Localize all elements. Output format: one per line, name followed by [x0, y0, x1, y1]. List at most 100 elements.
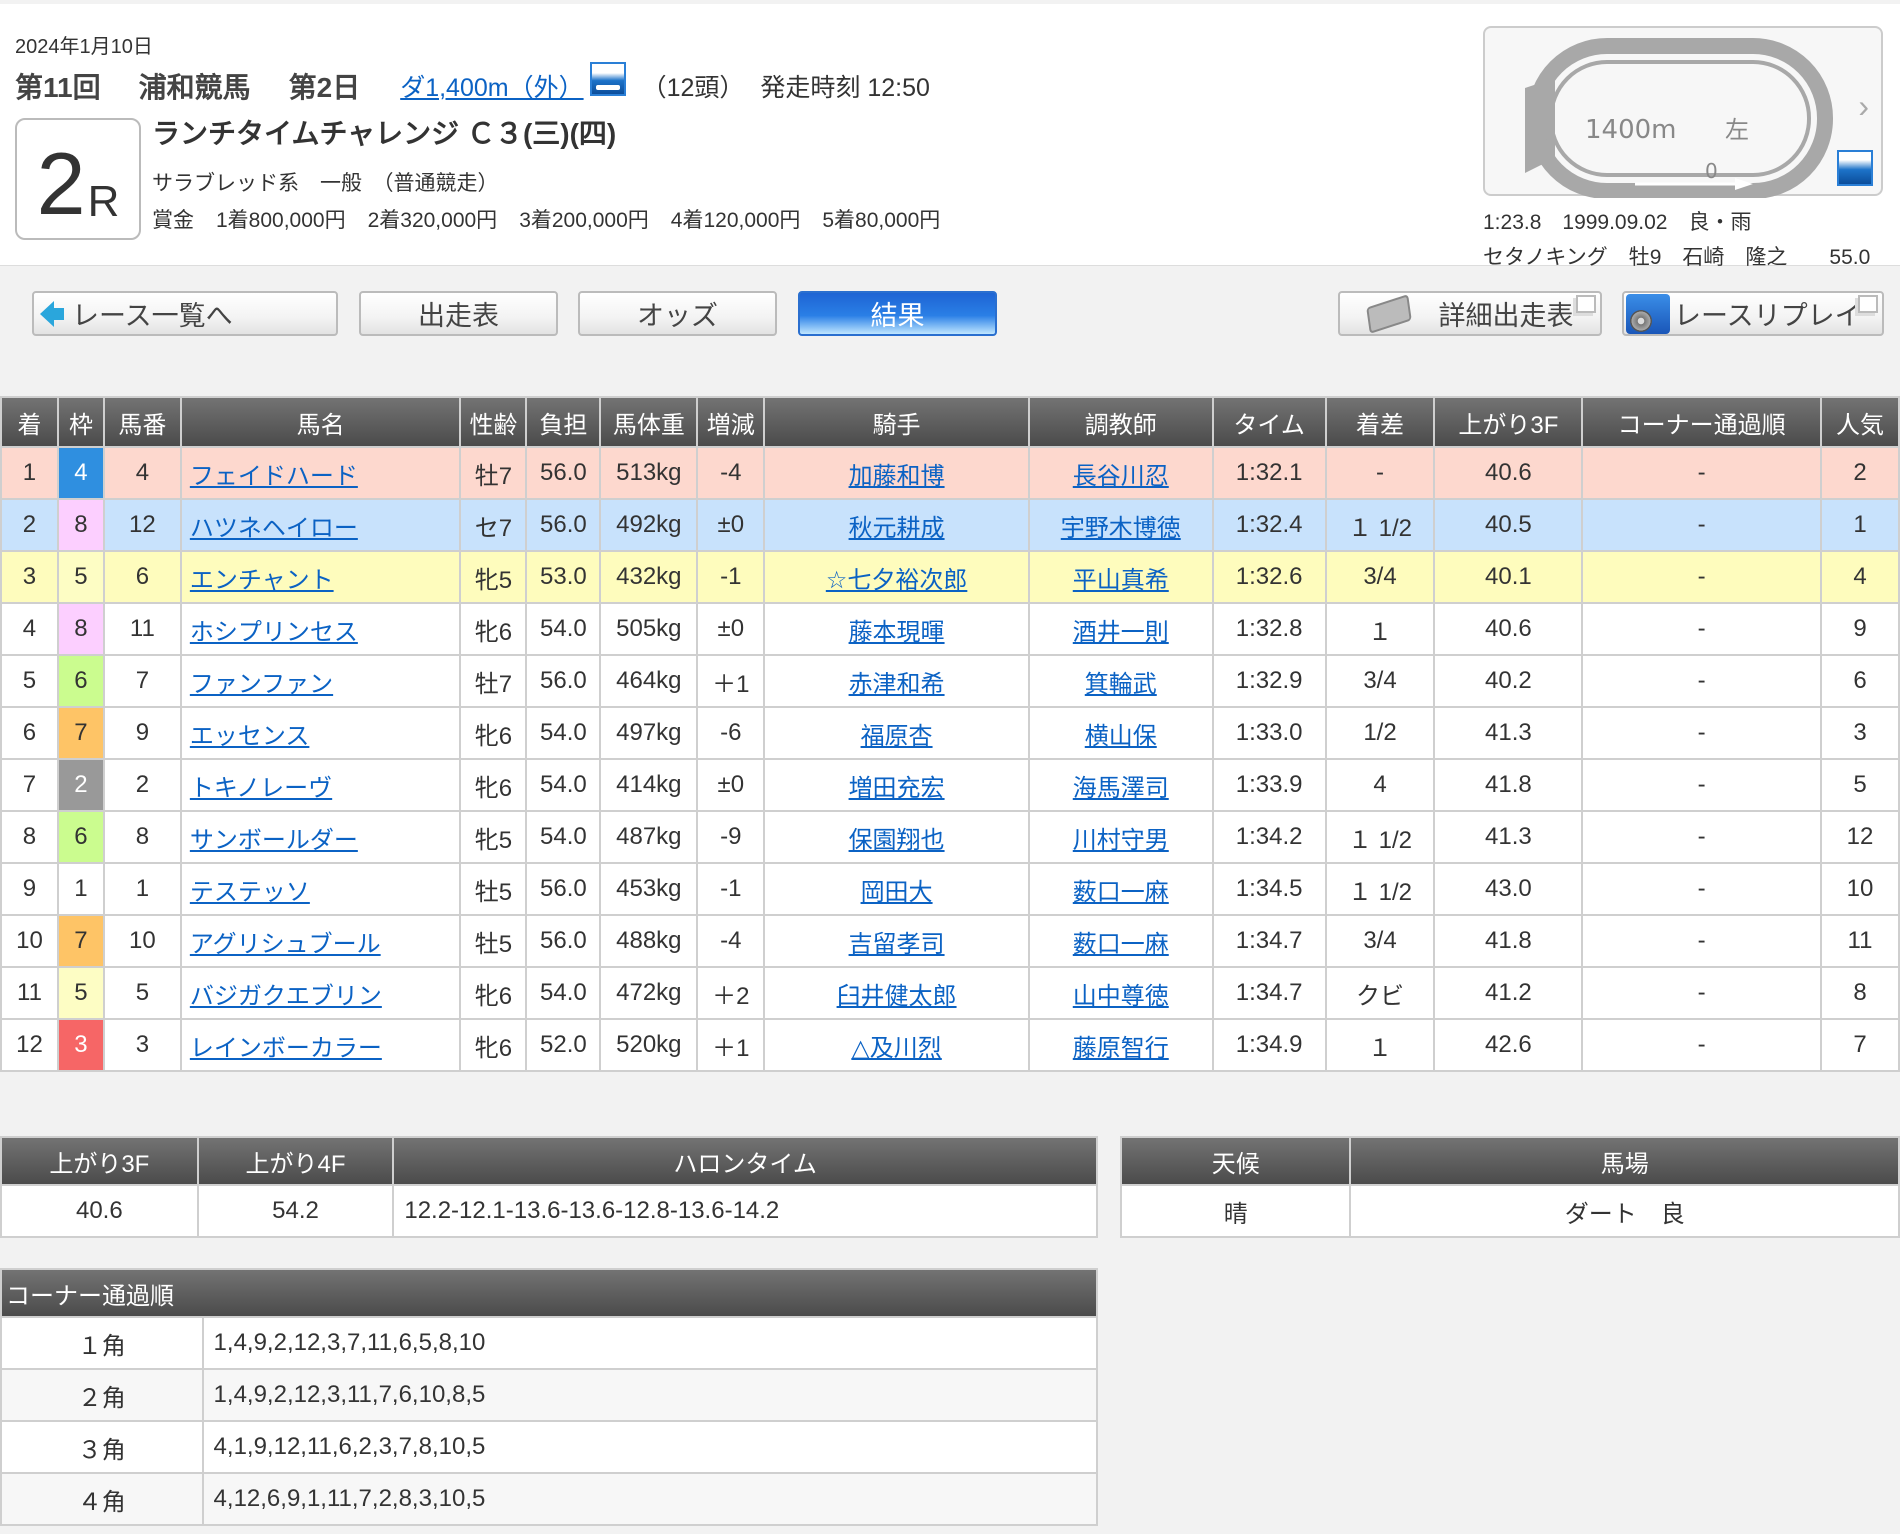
jockey-link[interactable]: 秋元耕成 [849, 515, 945, 542]
jockey-link[interactable]: 赤津和希 [849, 671, 945, 698]
trainer-link[interactable]: 長谷川忍 [1073, 463, 1169, 490]
margin: 4 [1324, 758, 1436, 812]
horse-name-link[interactable]: エンチャント [190, 567, 334, 594]
horse-icon[interactable] [589, 62, 626, 96]
jockey-cell: 藤本現暉 [763, 602, 1030, 656]
weight-change: -4 [696, 914, 766, 968]
course-link[interactable]: ダ1,400m（外） [400, 68, 583, 104]
body-weight: 487kg [599, 810, 699, 864]
jockey-link[interactable]: 吉留孝司 [849, 931, 945, 958]
sex-age: 牡5 [459, 914, 528, 968]
finish-position: 3 [0, 550, 59, 604]
jockey-cell: 臼井健太郎 [763, 966, 1030, 1020]
jockey-link[interactable]: 岡田大 [861, 879, 933, 906]
trainer-link[interactable]: 海馬澤司 [1073, 775, 1169, 802]
corner-label: １角 [0, 1316, 204, 1370]
corner-order: - [1581, 498, 1822, 552]
frame-number: 8 [56, 498, 105, 552]
race-name: ランチタイムチャレンジ Ｃ３(三)(四) [152, 118, 617, 149]
race-replay-button[interactable]: レースリプレイ [1622, 291, 1884, 336]
sex-age: 牝6 [459, 758, 528, 812]
sex-age: 牝6 [459, 602, 528, 656]
body-weight: 513kg [599, 446, 699, 500]
trainer-link[interactable]: 酒井一則 [1073, 619, 1169, 646]
horse-name-link[interactable]: ハツネヘイロー [190, 515, 358, 542]
horse-name-link[interactable]: サンボールダー [190, 827, 358, 854]
horse-name-link[interactable]: ファンファン [190, 671, 333, 698]
meeting-number: 第11回 [15, 72, 101, 103]
jockey-link[interactable]: 福原杏 [861, 723, 933, 750]
popularity: 5 [1819, 758, 1900, 812]
horse-name-cell: アグリシュブール [179, 914, 462, 968]
horse-name-link[interactable]: トキノレーヴ [190, 775, 332, 802]
trainer-link[interactable]: 薮口一麻 [1073, 879, 1169, 906]
body-weight: 414kg [599, 758, 699, 812]
tab-entries[interactable]: 出走表 [359, 291, 558, 336]
trainer-link[interactable]: 宇野木博徳 [1061, 515, 1181, 542]
horse-number: 8 [102, 810, 182, 864]
popularity: 12 [1819, 810, 1900, 864]
trainer-link[interactable]: 箕輪武 [1085, 671, 1157, 698]
trainer-link[interactable]: 薮口一麻 [1073, 931, 1169, 958]
trainer-link[interactable]: 藤原智行 [1073, 1035, 1169, 1062]
trainer-link[interactable]: 川村守男 [1073, 827, 1169, 854]
horse-number: 1 [102, 862, 182, 916]
sex-age: 牝5 [459, 810, 528, 864]
tab-odds[interactable]: オッズ [578, 291, 777, 336]
body-weight: 505kg [599, 602, 699, 656]
track-diagram: 1400m 左 0 [1525, 38, 1833, 198]
detail-entries-button[interactable]: 詳細出走表 [1338, 291, 1602, 336]
finish-time: 1:34.5 [1211, 862, 1327, 916]
frame-number: 5 [56, 550, 105, 604]
back-to-race-list-button[interactable]: レース一覧へ [32, 291, 338, 336]
jockey-link[interactable]: ☆七夕裕次郎 [826, 567, 968, 594]
horse-name-link[interactable]: アグリシュブール [190, 931, 381, 958]
horse-number: 7 [102, 654, 182, 708]
last-3f: 42.6 [1433, 1018, 1584, 1072]
finish-time: 1:33.0 [1211, 706, 1327, 760]
result-row: 1 4 4 フェイドハード 牡7 56.0 513kg -4 加藤和博 長谷川忍 1:32.1-40… [0, 446, 1900, 500]
body-weight: 464kg [599, 654, 699, 708]
margin: 3/4 [1324, 654, 1436, 708]
finish-time: 1:32.9 [1211, 654, 1327, 708]
carried-weight: 56.0 [525, 914, 602, 968]
finish-time: 1:34.7 [1211, 914, 1327, 968]
horse-name-link[interactable]: フェイドハード [190, 463, 358, 490]
trainer-link[interactable]: 平山真希 [1073, 567, 1169, 594]
tab-results[interactable]: 結果 [798, 291, 997, 336]
trainer-cell: 川村守男 [1027, 810, 1214, 864]
sex-age: 牝6 [459, 706, 528, 760]
trainer-link[interactable]: 横山保 [1085, 723, 1157, 750]
col-header: 増減 [696, 396, 766, 448]
col-header: 着差 [1324, 396, 1436, 448]
jockey-link[interactable]: △及川烈 [851, 1035, 941, 1062]
horse-name-link[interactable]: エッセンス [190, 723, 310, 750]
weather-value: 晴 [1119, 1184, 1352, 1238]
finish-time: 1:32.1 [1211, 446, 1327, 500]
jockey-link[interactable]: 増田充宏 [849, 775, 945, 802]
col-header: 馬名 [179, 396, 462, 448]
corner-order: - [1581, 550, 1822, 604]
horse-name-cell: テステッソ [179, 862, 462, 916]
finish-position: 2 [0, 498, 59, 552]
jockey-cell: 福原杏 [763, 706, 1030, 760]
chevron-right-icon[interactable]: › [1858, 88, 1869, 125]
col-header: 枠 [56, 396, 105, 448]
horse-name-link[interactable]: テステッソ [190, 879, 310, 906]
horse-name-link[interactable]: ホシプリンセス [190, 619, 358, 646]
horse-name-link[interactable]: バジガクエブリン [190, 983, 382, 1010]
prize-4: 4着120,000円 [670, 209, 801, 232]
col-header: 上がり4F [196, 1136, 395, 1186]
col-header: 性齢 [459, 396, 528, 448]
jockey-link[interactable]: 加藤和博 [849, 463, 945, 490]
horse-name-link[interactable]: レインボーカラー [190, 1035, 382, 1062]
results-header-row: 着 枠 馬番 馬名 性齢 負担 馬体重 増減 騎手 調教師 タイム 着差 上がり… [0, 396, 1900, 448]
course-map[interactable]: 1400m 左 0 › [1483, 26, 1883, 198]
jockey-link[interactable]: 藤本現暉 [849, 619, 945, 646]
horse-name-cell: フェイドハード [179, 446, 462, 500]
trainer-link[interactable]: 山中尊徳 [1073, 983, 1169, 1010]
jockey-link[interactable]: 保園翔也 [849, 827, 945, 854]
col-header: コーナー通過順 [1581, 396, 1822, 448]
popularity: 11 [1819, 914, 1900, 968]
jockey-link[interactable]: 臼井健太郎 [837, 983, 957, 1010]
